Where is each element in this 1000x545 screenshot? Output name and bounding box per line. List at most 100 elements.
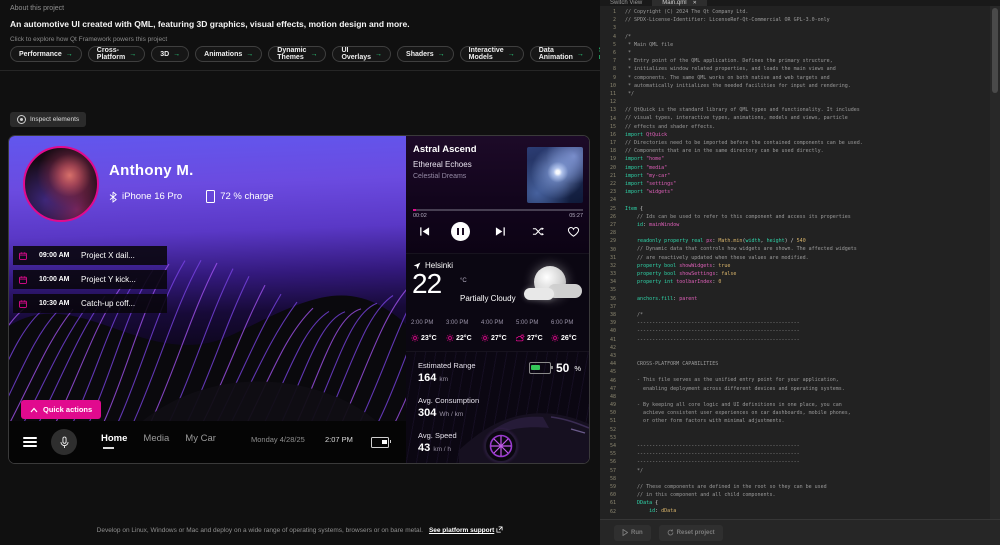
code-line: 32 property bool showWidgets: true bbox=[600, 262, 988, 270]
platform-support-link[interactable]: See platform support bbox=[429, 527, 494, 534]
schedule-list: 09:00 AMProject X dail... 10:00 AMProject… bbox=[13, 246, 183, 318]
tag-cross-platform[interactable]: Cross-Platform→ bbox=[88, 46, 145, 62]
schedule-item[interactable]: 10:00 AMProject Y kick... bbox=[13, 270, 167, 289]
code-line: 11 */ bbox=[600, 90, 988, 98]
previous-button[interactable] bbox=[419, 226, 430, 237]
reset-project-button[interactable]: Reset project bbox=[659, 525, 723, 541]
cloud-sun-icon bbox=[516, 334, 525, 342]
tab-main-qml[interactable]: Main.qml✕ bbox=[652, 0, 707, 6]
code-line: 55 -------------------------------------… bbox=[600, 450, 988, 458]
menu-icon[interactable] bbox=[23, 437, 37, 447]
code-line: 56 -------------------------------------… bbox=[600, 458, 988, 466]
platform-note: Develop on Linux, Windows or Mac and dep… bbox=[0, 526, 600, 534]
code-line: 25Item { bbox=[600, 205, 988, 213]
code-line: 60 // in this component and all child co… bbox=[600, 491, 988, 499]
close-icon[interactable]: ✕ bbox=[693, 0, 697, 6]
favorite-icon[interactable] bbox=[567, 226, 580, 238]
external-link-icon bbox=[496, 526, 503, 533]
tag-shaders[interactable]: Shaders→ bbox=[397, 46, 454, 62]
code-line: 62 id: dData bbox=[600, 507, 988, 515]
code-line: 36 anchors.fill: parent bbox=[600, 295, 988, 303]
code-line: 23import "widgets" bbox=[600, 188, 988, 196]
tag-ui-overlays[interactable]: UI Overlays→ bbox=[332, 46, 391, 62]
code-line: 18// Components that are in the same dir… bbox=[600, 147, 988, 155]
code-line: 16import QtQuick bbox=[600, 131, 988, 139]
tag-dynamic-themes[interactable]: Dynamic Themes→ bbox=[268, 46, 326, 62]
mic-button[interactable] bbox=[51, 429, 77, 455]
shuffle-icon[interactable] bbox=[532, 226, 544, 237]
code-line: 30 // Dynamic data that controls how wid… bbox=[600, 245, 988, 253]
hour-time: 4:00 PM bbox=[481, 320, 516, 326]
code-line: 50 achieve consistent user experiences o… bbox=[600, 409, 988, 417]
nav-tab-my-car[interactable]: My Car bbox=[185, 433, 216, 444]
code-line: 40 -------------------------------------… bbox=[600, 327, 988, 335]
code-line: 54 -------------------------------------… bbox=[600, 442, 988, 450]
code-line: 38 /* bbox=[600, 311, 988, 319]
arrow-icon: → bbox=[375, 51, 382, 58]
inspect-elements-button[interactable]: Inspect elements bbox=[10, 112, 86, 127]
schedule-item[interactable]: 09:00 AMProject X dail... bbox=[13, 246, 167, 265]
hour-temp: 27°C bbox=[491, 335, 507, 342]
media-player-widget: Astral Ascend Ethereal Echoes Celestial … bbox=[406, 136, 589, 253]
temperature-unit: °C bbox=[460, 278, 467, 284]
event-time: 10:30 AM bbox=[39, 300, 81, 307]
avatar[interactable] bbox=[23, 146, 99, 222]
sun-icon bbox=[551, 334, 559, 342]
code-line: 4/* bbox=[600, 33, 988, 41]
code-line: 39 -------------------------------------… bbox=[600, 319, 988, 327]
track-title: Astral Ascend bbox=[413, 144, 477, 155]
progress-bar[interactable] bbox=[413, 209, 583, 211]
album-art[interactable] bbox=[527, 147, 583, 203]
arrow-icon: → bbox=[66, 51, 73, 58]
platform-text: Develop on Linux, Windows or Mac and dep… bbox=[97, 527, 423, 534]
nav-tab-home[interactable]: Home bbox=[101, 433, 127, 444]
scrollbar-thumb[interactable] bbox=[992, 8, 998, 93]
nav-date: Monday 4/28/25 bbox=[251, 435, 305, 444]
temperature: 22 bbox=[412, 268, 441, 300]
project-description: An automotive UI created with QML, featu… bbox=[10, 19, 410, 29]
code-line: 20import "media" bbox=[600, 164, 988, 172]
code-line: 41 -------------------------------------… bbox=[600, 336, 988, 344]
weather-widget: Helsinki 22 °C Partially Cloudy 2:00 PM2… bbox=[406, 253, 589, 352]
hourly-forecast: 2:00 PM23°C3:00 PM22°C4:00 PM27°C5:00 PM… bbox=[411, 320, 587, 342]
device-row: iPhone 16 Pro 72 % charge bbox=[109, 190, 274, 203]
schedule-item[interactable]: 10:30 AMCatch-up coff... bbox=[13, 294, 167, 313]
nav-tabs: Home Media My Car bbox=[101, 433, 216, 444]
nav-tab-media[interactable]: Media bbox=[143, 433, 169, 444]
tag-data-animation[interactable]: Data Animation→ bbox=[530, 46, 593, 62]
code-line: 49 - By keeping all core logic and UI de… bbox=[600, 401, 988, 409]
arrow-icon: → bbox=[310, 51, 317, 58]
forecast-hour: 2:00 PM23°C bbox=[411, 320, 446, 342]
code-line: 42 bbox=[600, 344, 988, 352]
tag-performance[interactable]: Performance→ bbox=[10, 46, 82, 62]
code-line: 12 bbox=[600, 98, 988, 106]
scrollbar-track[interactable] bbox=[990, 6, 1000, 520]
forecast-hour: 5:00 PM27°C bbox=[516, 320, 551, 342]
project-panel: About this project An automotive UI crea… bbox=[0, 0, 600, 545]
pause-button[interactable] bbox=[451, 222, 470, 241]
phone-battery-icon bbox=[206, 190, 215, 203]
event-title: Catch-up coff... bbox=[81, 299, 135, 308]
code-line: 53 bbox=[600, 434, 988, 442]
tag-interactive-models[interactable]: Interactive Models→ bbox=[460, 46, 524, 62]
run-button[interactable]: Run bbox=[614, 525, 651, 541]
code-line: 26 // Ids can be used to refer to this c… bbox=[600, 213, 988, 221]
tag-animations[interactable]: Animations→ bbox=[195, 46, 262, 62]
next-button[interactable] bbox=[495, 226, 506, 237]
tag-3d[interactable]: 3D→ bbox=[151, 46, 189, 62]
hour-temp: 23°C bbox=[421, 335, 437, 342]
total-time: 05:27 bbox=[569, 213, 583, 219]
hour-temp: 26°C bbox=[561, 335, 577, 342]
code-line: 61 DData { bbox=[600, 499, 988, 507]
mic-icon bbox=[59, 436, 70, 449]
track-album: Celestial Dreams bbox=[413, 173, 466, 180]
quick-actions-button[interactable]: Quick actions bbox=[21, 400, 101, 419]
range-value: 164 km bbox=[418, 372, 448, 384]
weather-condition: Partially Cloudy bbox=[460, 294, 516, 303]
tab-switch-view[interactable]: Switch View bbox=[600, 0, 652, 6]
event-time: 09:00 AM bbox=[39, 252, 81, 259]
nav-time: 2:07 PM bbox=[325, 435, 353, 444]
code-line: 19import "home" bbox=[600, 155, 988, 163]
code-line: 1// Copyright (C) 2024 The Qt Company Lt… bbox=[600, 8, 988, 16]
hour-time: 5:00 PM bbox=[516, 320, 551, 326]
